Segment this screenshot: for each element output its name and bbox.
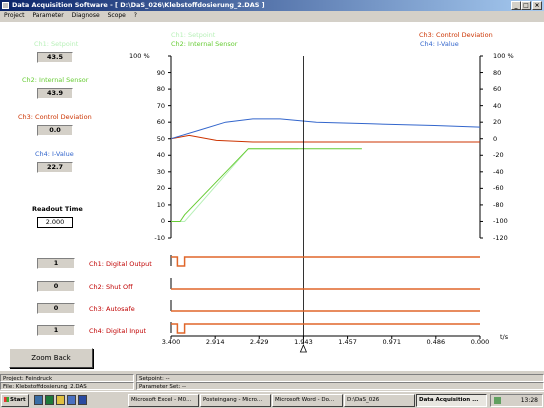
clock: 13:28: [520, 397, 538, 404]
x-tick-label: 0.971: [382, 338, 402, 346]
digital-ch2-value: 0: [37, 281, 75, 292]
digital-ch1-value: 1: [37, 258, 75, 269]
scope-chart: [168, 55, 483, 353]
x-tick-label: 2.429: [249, 338, 269, 346]
status-project: Project: Feindruck: [0, 374, 134, 382]
x-tick-label: 0.486: [426, 338, 446, 346]
digital-ch3-value: 0: [37, 303, 75, 314]
digital-line-4: [171, 323, 480, 334]
windows-logo-icon: [4, 397, 9, 402]
tray-icon[interactable]: [494, 397, 501, 404]
explorer-icon[interactable]: [56, 395, 65, 405]
series-line-4: [170, 118, 481, 140]
task-outlook[interactable]: Posteingang - Micro...: [200, 394, 271, 407]
status-bar-row1: Project: Feindruck Setpoint: --: [0, 374, 544, 382]
status-file: File: Klebstoffdosierung_2.DAS: [0, 382, 134, 390]
status-bar-row2: File: Klebstoffdosierung_2.DAS Parameter…: [0, 382, 544, 390]
task-word[interactable]: Microsoft Word - Do...: [272, 394, 343, 407]
series-line-3: [170, 134, 480, 143]
x-tick-label: 3.400: [161, 338, 181, 346]
x-axis-unit: t/s: [500, 333, 509, 341]
start-button[interactable]: Start: [1, 394, 29, 407]
digital-ch4-label: Ch4: Digital Input: [89, 327, 147, 335]
x-tick-label: 2.914: [205, 338, 225, 346]
zoom-back-button[interactable]: Zoom Back: [9, 348, 93, 368]
series-line-2: [171, 148, 362, 222]
digital-ch2-label: Ch2: Shut Off: [89, 283, 133, 291]
task-excel[interactable]: Microsoft Excel - M0...: [128, 394, 199, 407]
desktop-icon[interactable]: [34, 395, 43, 405]
digital-line-1: [171, 256, 480, 267]
series-line-1: [171, 148, 299, 222]
excel-icon[interactable]: [45, 395, 54, 405]
digital-ch4-value: 1: [37, 325, 75, 336]
status-parameter-set: Parameter Set: --: [136, 382, 544, 390]
x-tick-label: 1.457: [338, 338, 357, 346]
cursor-marker: [299, 343, 308, 353]
status-setpoint: Setpoint: --: [136, 374, 544, 382]
outlook-icon[interactable]: [67, 395, 76, 405]
word-icon[interactable]: [78, 395, 87, 405]
task-data-acquisition[interactable]: Data Acquisition ...: [416, 394, 487, 407]
x-tick-label: 1.943: [294, 338, 313, 346]
digital-ch1-label: Ch1: Digital Output: [89, 260, 152, 268]
digital-ch3-label: Ch3: Autosafe: [89, 305, 135, 313]
system-tray: 13:28: [490, 394, 543, 407]
taskbar: Start Microsoft Excel - M0... Posteingan…: [0, 391, 544, 408]
x-tick-label: 0.000: [470, 338, 490, 346]
task-explorer[interactable]: D:\DaS_026: [344, 394, 415, 407]
start-label: Start: [10, 397, 26, 403]
